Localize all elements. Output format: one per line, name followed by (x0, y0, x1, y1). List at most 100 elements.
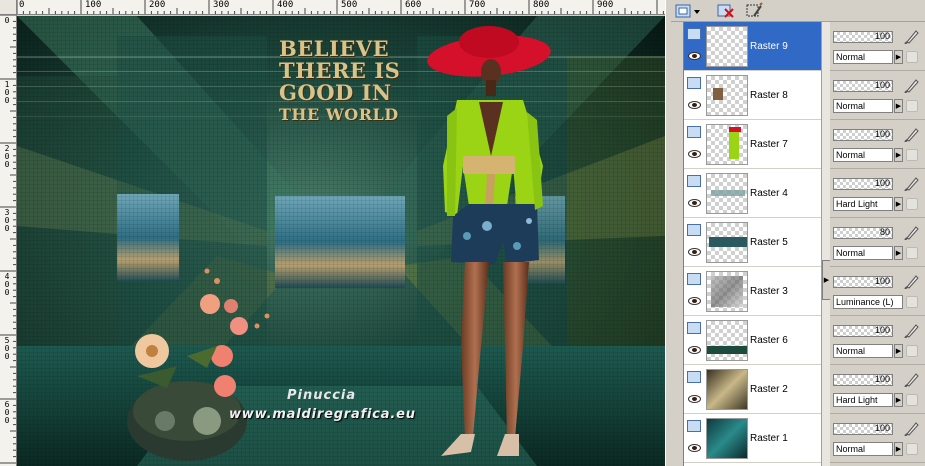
layer-name: Raster 9 (750, 41, 788, 52)
lock-icon[interactable] (906, 198, 918, 210)
layer-thumbnail (706, 75, 748, 116)
visibility-eye-icon[interactable] (688, 248, 701, 256)
ruler-label: 100 (85, 0, 102, 10)
opacity-value: 100 (874, 178, 890, 188)
brush-icon[interactable] (904, 28, 920, 44)
layer-property-row: 100 Hard Light ▶ (830, 169, 925, 218)
visibility-eye-icon[interactable] (688, 150, 701, 158)
brush-icon[interactable] (904, 273, 920, 289)
layer-name: Raster 7 (750, 139, 788, 150)
blend-mode-select[interactable]: Normal (833, 442, 893, 456)
delete-layer-button[interactable] (715, 1, 737, 21)
layer-row[interactable]: Raster 9 (684, 22, 821, 71)
layer-thumbnail (706, 320, 748, 361)
layers-toolbar (671, 0, 925, 22)
visibility-eye-icon[interactable] (688, 395, 701, 403)
brush-icon[interactable] (904, 420, 920, 436)
lock-icon[interactable] (906, 149, 918, 161)
brush-icon[interactable] (904, 126, 920, 142)
visibility-eye-icon[interactable] (688, 101, 701, 109)
opacity-slider[interactable]: 100 (833, 325, 893, 337)
layer-row[interactable]: Raster 7 (684, 120, 821, 169)
layer-name: Raster 8 (750, 90, 788, 101)
brush-icon[interactable] (904, 77, 920, 93)
visibility-eye-icon[interactable] (688, 199, 701, 207)
layer-row[interactable]: Raster 3 (684, 267, 821, 316)
layer-list: Raster 9 Raster 8 Raster 7 Raster 4 Raster 5… (683, 22, 821, 466)
blend-mode-select[interactable]: Normal (833, 99, 893, 113)
delete-layer-icon (717, 4, 734, 18)
opacity-slider[interactable]: 100 (833, 276, 893, 288)
lock-icon[interactable] (906, 345, 918, 357)
brush-icon[interactable] (904, 224, 920, 240)
blend-mode-select[interactable]: Normal (833, 50, 893, 64)
visibility-eye-icon[interactable] (688, 444, 701, 452)
visibility-eye-icon[interactable] (688, 52, 701, 60)
blend-dropdown-arrow-icon[interactable]: ▶ (894, 50, 903, 64)
opacity-value: 100 (874, 325, 890, 335)
image-canvas[interactable]: BELIEVE THERE IS GOOD IN THE WORLD Pinuc… (17, 16, 665, 466)
layer-row[interactable]: Raster 2 (684, 365, 821, 414)
blend-mode-select[interactable]: Normal (833, 246, 893, 260)
layer-row[interactable]: Raster 8 (684, 71, 821, 120)
opacity-slider[interactable]: 80 (833, 227, 893, 239)
brush-icon[interactable] (904, 175, 920, 191)
new-layer-button[interactable] (673, 1, 703, 21)
raster-layer-icon (687, 420, 701, 432)
blend-mode-select[interactable]: Hard Light (833, 197, 893, 211)
opacity-value: 100 (874, 374, 890, 384)
layer-row[interactable]: Raster 1 (684, 414, 821, 463)
ruler-label: 0 (19, 0, 25, 10)
lock-icon[interactable] (906, 443, 918, 455)
blend-dropdown-arrow-icon[interactable]: ▶ (894, 197, 903, 211)
opacity-slider[interactable]: 100 (833, 374, 893, 386)
ruler-top: 0 100 200 300 400 500 600 700 800 900 (17, 0, 665, 15)
opacity-slider[interactable]: 100 (833, 129, 893, 141)
blend-dropdown-arrow-icon[interactable]: ▶ (894, 442, 903, 456)
layer-thumbnail (706, 124, 748, 165)
ruler-label: 200 (149, 0, 166, 10)
layer-property-row: 100 Hard Light ▶ (830, 365, 925, 414)
lock-icon[interactable] (906, 100, 918, 112)
blend-dropdown-arrow-icon[interactable]: ▶ (894, 393, 903, 407)
ruler-label: 400 (277, 0, 294, 10)
lock-icon[interactable] (906, 247, 918, 259)
layer-row[interactable]: Raster 5 (684, 218, 821, 267)
blend-dropdown-arrow-icon[interactable]: ▶ (894, 99, 903, 113)
lock-icon[interactable] (906, 394, 918, 406)
raster-layer-icon (687, 175, 701, 187)
ruler-label: 0 (4, 16, 10, 25)
blend-mode-select[interactable]: Normal (833, 148, 893, 162)
panel-splitter[interactable]: ▶ (821, 22, 831, 466)
lock-icon[interactable] (906, 296, 918, 308)
blend-mode-select[interactable]: Normal (833, 344, 893, 358)
visibility-eye-icon[interactable] (688, 346, 701, 354)
layer-thumbnail (706, 173, 748, 214)
ruler-corner (0, 0, 17, 15)
layer-properties: 100 Normal ▶ 100 Normal ▶ 100 Normal ▶ 100 Hard Li… (830, 22, 925, 466)
blend-mode-select[interactable]: Hard Light (833, 393, 893, 407)
poster-line-3: GOOD IN (279, 80, 392, 105)
layer-property-row: 100 Normal ▶ (830, 414, 925, 463)
blend-dropdown-arrow-icon[interactable]: ▶ (894, 246, 903, 260)
lock-icon[interactable] (906, 51, 918, 63)
visibility-eye-icon[interactable] (688, 297, 701, 305)
ruler-label: 500 (4, 336, 10, 361)
poster-line-1: BELIEVE (279, 36, 390, 61)
blend-dropdown-arrow-icon[interactable]: ▶ (894, 344, 903, 358)
layer-row[interactable]: Raster 6 (684, 316, 821, 365)
artist-signature: Pinuccia (287, 388, 357, 403)
opacity-slider[interactable]: 100 (833, 80, 893, 92)
layer-row[interactable]: Raster 4 (684, 169, 821, 218)
opacity-value: 100 (874, 80, 890, 90)
ruler-label: 300 (213, 0, 230, 10)
layer-thumbnail (706, 369, 748, 410)
mask-button[interactable] (743, 1, 765, 21)
blend-dropdown-arrow-icon[interactable]: ▶ (894, 148, 903, 162)
opacity-slider[interactable]: 100 (833, 178, 893, 190)
blend-mode-select[interactable]: Luminance (L) (833, 295, 903, 309)
opacity-slider[interactable]: 100 (833, 423, 893, 435)
opacity-slider[interactable]: 100 (833, 31, 893, 43)
brush-icon[interactable] (904, 322, 920, 338)
brush-icon[interactable] (904, 371, 920, 387)
